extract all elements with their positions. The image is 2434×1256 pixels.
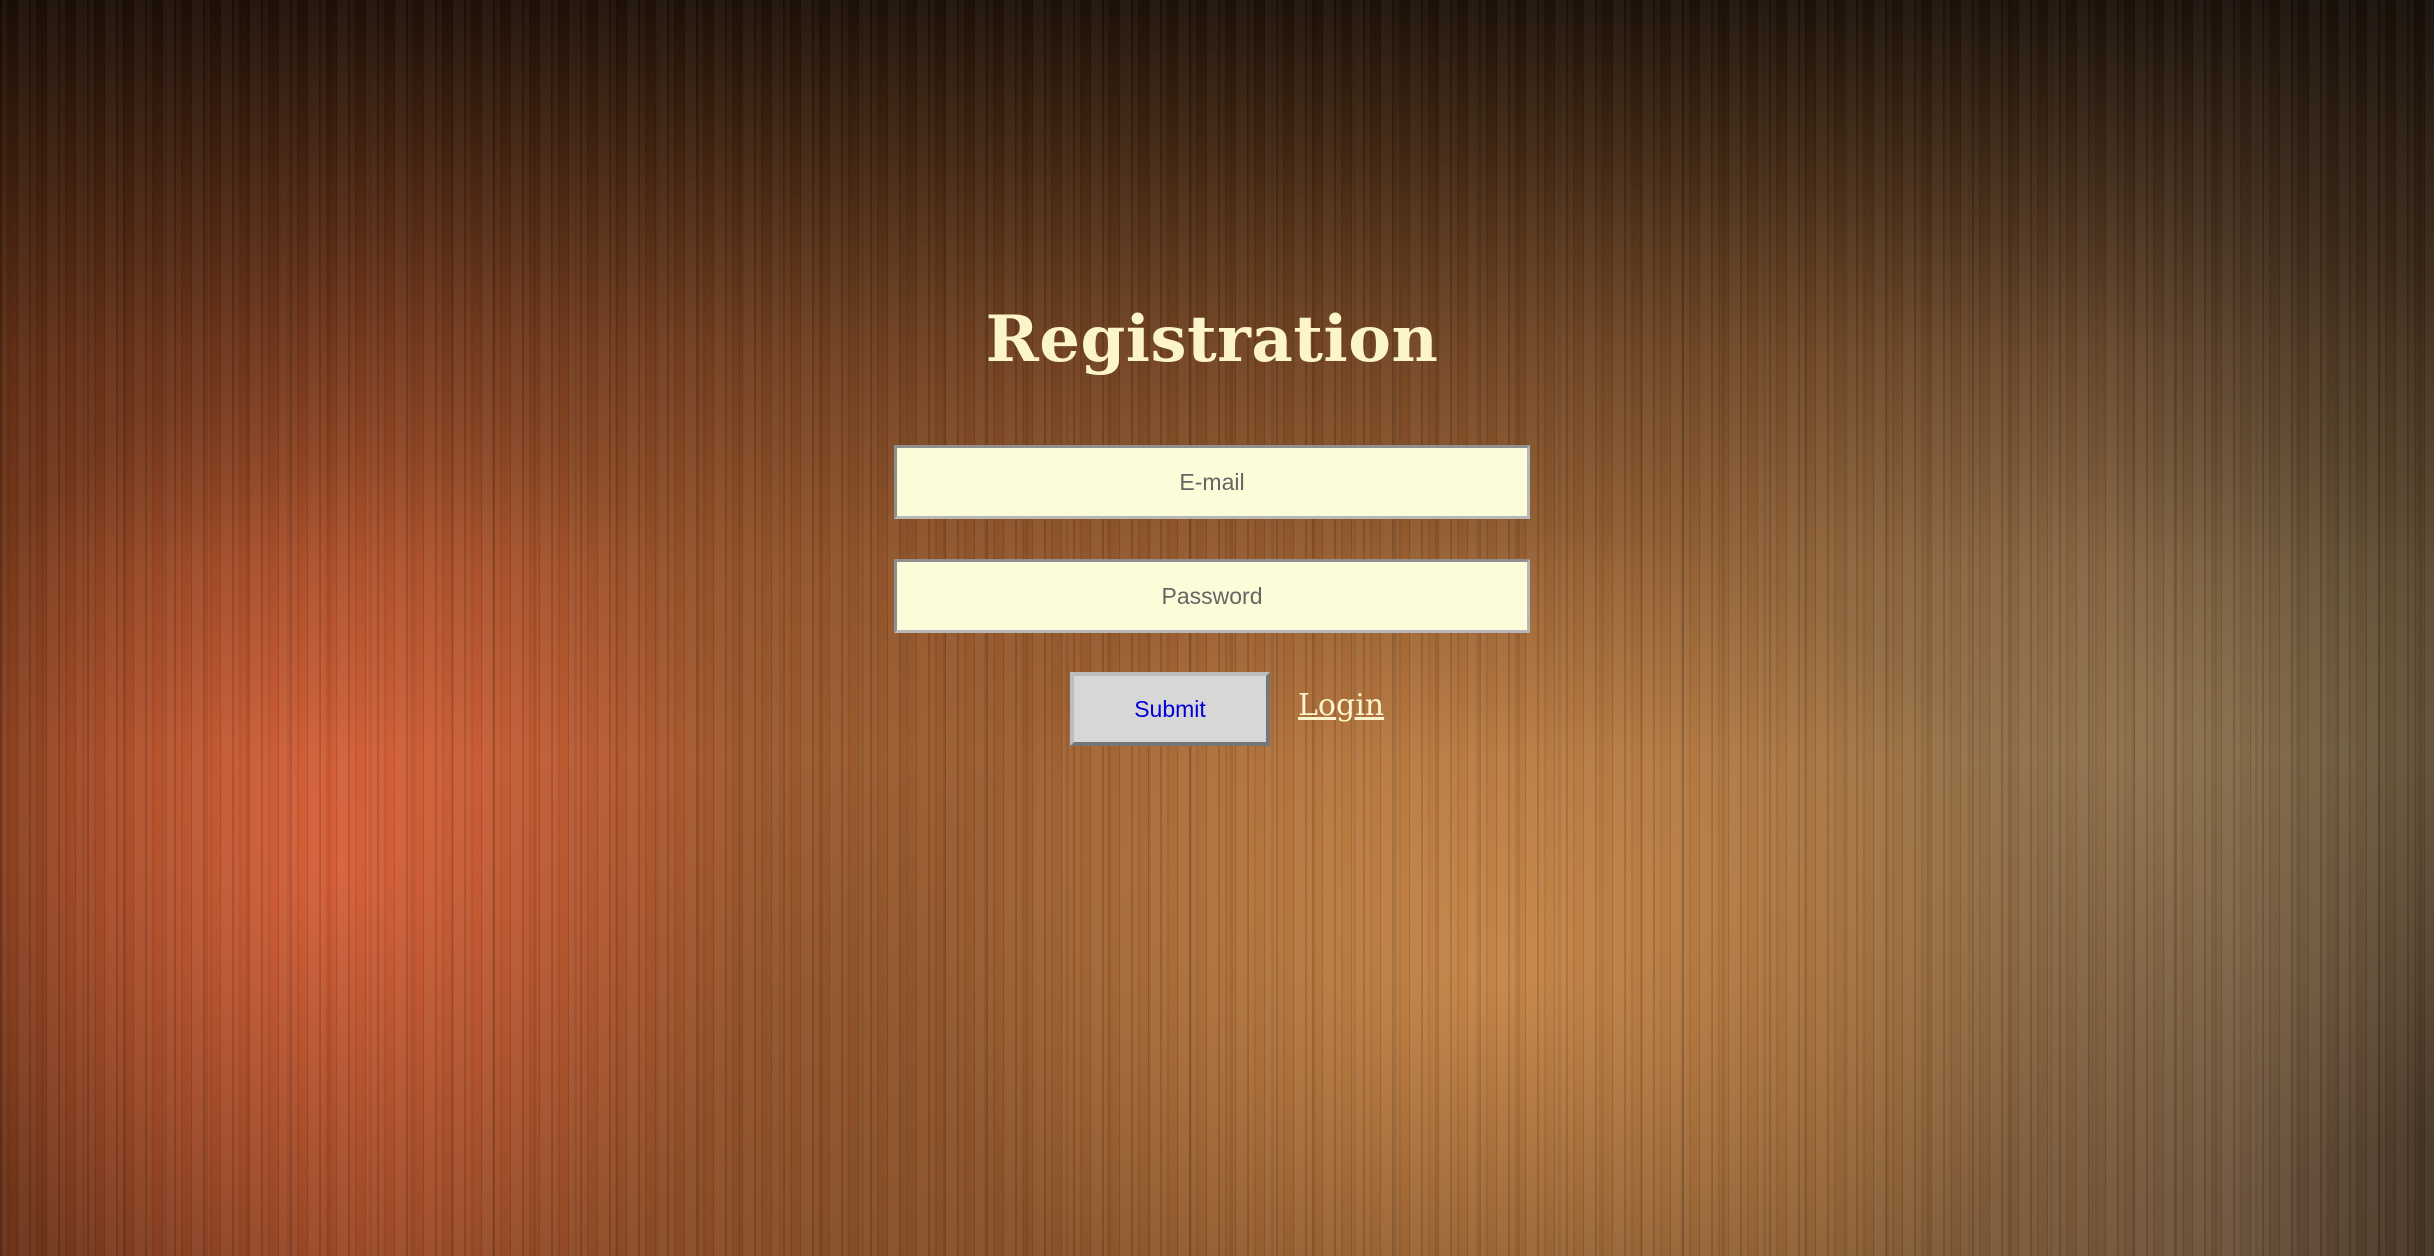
login-link[interactable]: Login bbox=[1298, 686, 1384, 726]
registration-page: Registration Submit Login bbox=[0, 0, 2434, 1256]
page-title: Registration bbox=[985, 302, 1439, 377]
email-field[interactable] bbox=[894, 445, 1530, 519]
submit-button[interactable]: Submit bbox=[1070, 672, 1270, 746]
password-field[interactable] bbox=[894, 559, 1530, 633]
